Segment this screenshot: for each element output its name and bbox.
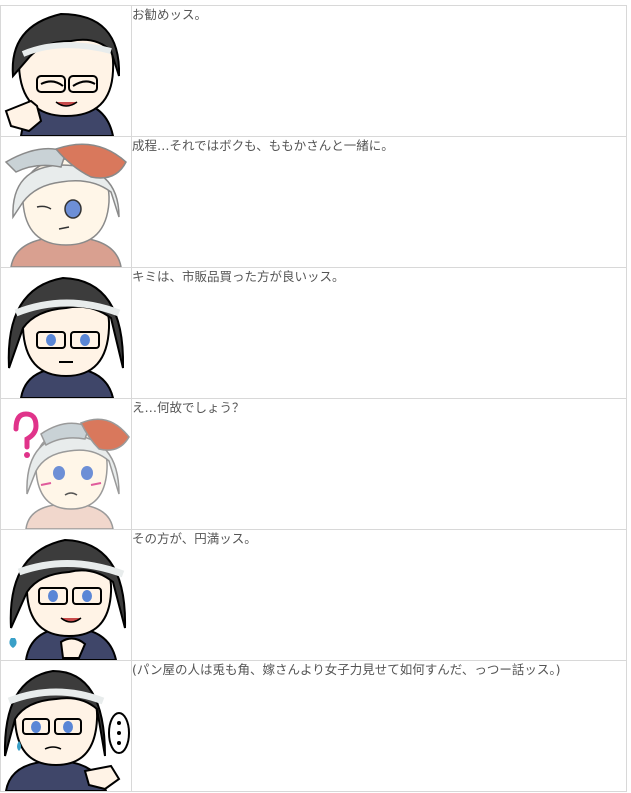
dialogue-row: 成程…それではボクも、ももかさんと一緒に。 bbox=[0, 136, 627, 268]
glasses-boy-sweat-avatar bbox=[9, 538, 127, 660]
avatar-cell bbox=[0, 398, 132, 530]
glasses-boy-thinking-avatar bbox=[3, 669, 130, 791]
dialogue-text: キミは、市販品買った方が良いッス。 bbox=[131, 267, 627, 399]
dialogue-row: (パン屋の人は兎も角、嫁さんより女子力見せて如何すんだ、っつー話ッス。) bbox=[0, 660, 627, 792]
dialogue-text: (パン屋の人は兎も角、嫁さんより女子力見せて如何すんだ、っつー話ッス。) bbox=[131, 660, 627, 792]
dialogue-text: え…何故でしょう？ bbox=[131, 398, 627, 530]
dialogue-row: お勧めッス。 bbox=[0, 5, 627, 137]
white-hair-girl-avatar bbox=[4, 143, 127, 267]
dialogue-table: お勧めッス。 成程…それではボクも、ももかさんと一緒に。 キミは、市販品買った方… bbox=[0, 5, 627, 792]
glasses-boy-avatar bbox=[7, 276, 125, 398]
dialogue-text: 成程…それではボクも、ももかさんと一緒に。 bbox=[131, 136, 627, 268]
dialogue-row: キミは、市販品買った方が良いッス。 bbox=[0, 267, 627, 399]
avatar-cell bbox=[0, 267, 132, 399]
avatar-cell bbox=[0, 529, 132, 661]
dialogue-row: え…何故でしょう？ bbox=[0, 398, 627, 530]
avatar-cell bbox=[0, 136, 132, 268]
white-hair-girl-confused-avatar bbox=[13, 411, 130, 529]
dialogue-row: その方が、円満ッス。 bbox=[0, 529, 627, 661]
question-mark-icon bbox=[13, 411, 39, 450]
avatar-cell bbox=[0, 660, 132, 792]
dialogue-text: お勧めッス。 bbox=[131, 5, 627, 137]
glasses-boy-pointing-avatar bbox=[4, 12, 121, 136]
avatar-cell bbox=[0, 5, 132, 137]
dialogue-text: その方が、円満ッス。 bbox=[131, 529, 627, 661]
page: お勧めッス。 成程…それではボクも、ももかさんと一緒に。 キミは、市販品買った方… bbox=[0, 0, 631, 793]
sweat-drop-icon bbox=[9, 638, 17, 648]
